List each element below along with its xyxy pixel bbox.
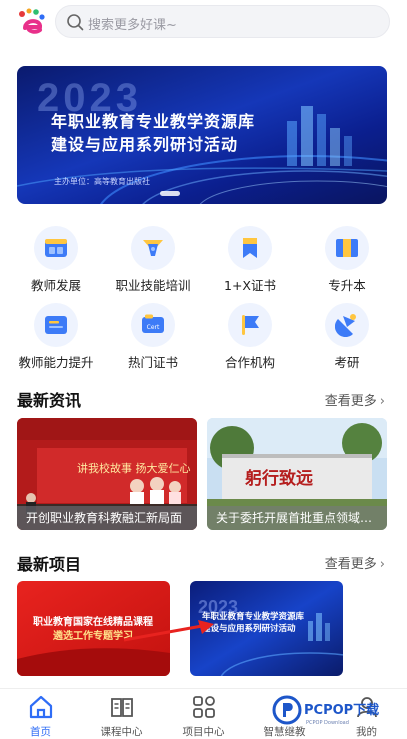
- search-bar[interactable]: 搜索更多好课~: [55, 5, 390, 38]
- icon-circle: [325, 303, 369, 347]
- annotation-arrow-icon: [123, 620, 214, 642]
- news-caption: 开创职业教育科教融汇新局面: [17, 506, 197, 530]
- tab-label: 首页: [30, 726, 51, 738]
- news-image-text: 躬行致远: [245, 468, 313, 489]
- grid-item-postgraduate[interactable]: 考研: [297, 303, 397, 373]
- grid-item-hot-certificate[interactable]: Cert 热门证书: [103, 303, 203, 373]
- home-icon: [29, 695, 53, 719]
- tab-project-center[interactable]: 项目中心: [163, 689, 244, 739]
- banner-title-line1: 年职业教育专业教学资源库: [51, 112, 256, 131]
- news-card[interactable]: 讲我校故事 扬大爱仁心 开创职业教育科教融汇新局面: [17, 418, 197, 530]
- carousel-indicator[interactable]: [160, 191, 180, 196]
- grid-item-teacher-development[interactable]: 教师发展: [6, 226, 106, 296]
- tab-label: 项目中心: [182, 726, 225, 738]
- grid-label: 1+X证书: [224, 278, 276, 293]
- grid-label: 教师能力提升: [18, 355, 94, 370]
- tab-home[interactable]: 首页: [0, 689, 81, 739]
- icon-circle: [131, 226, 175, 270]
- icon-circle: [34, 226, 78, 270]
- grid-label: 教师发展: [30, 278, 81, 293]
- flag-icon: [242, 315, 259, 335]
- grid-label: 职业技能培训: [115, 278, 191, 293]
- grid-item-skills-training[interactable]: 职业技能培训: [103, 226, 203, 296]
- projects-section-title: 最新项目: [17, 555, 82, 574]
- projects-more-label: 查看更多: [324, 557, 377, 572]
- skills-training-icon: [143, 240, 163, 256]
- app-logo: [19, 8, 45, 34]
- watermark-logo: PCPOP下载 PCPOP Download: [272, 695, 379, 726]
- cert-card-icon: Cert: [142, 314, 164, 333]
- grid-item-partners[interactable]: 合作机构: [200, 303, 300, 373]
- grid-label: 专升本: [328, 278, 366, 293]
- news-image-text: 讲我校故事 扬大爱仁心: [77, 461, 191, 475]
- grid-item-ability[interactable]: 教师能力提升: [6, 303, 106, 373]
- news-more-link[interactable]: 查看更多 ›: [325, 390, 385, 409]
- graduation-icon: [335, 314, 356, 337]
- icon-circle: [228, 226, 272, 270]
- grid-label: 合作机构: [224, 355, 275, 370]
- icon-circle: [34, 303, 78, 347]
- projects-more-link[interactable]: 查看更多 ›: [325, 553, 385, 572]
- news-caption: 关于委托开展首批重点领域…: [207, 506, 387, 530]
- news-more-label: 查看更多: [324, 394, 377, 409]
- apps-grid-icon: [193, 696, 215, 718]
- search-icon: [67, 14, 84, 31]
- upgrade-book-icon: [336, 239, 358, 257]
- icon-circle: [325, 226, 369, 270]
- header: 搜索更多好课~: [0, 0, 407, 46]
- teacher-development-icon: [45, 239, 67, 257]
- search-placeholder: 搜索更多好课~: [88, 18, 177, 33]
- promo-banner[interactable]: 2023 年职业教育专业教学资源库 建设与应用系列研讨活动 主办单位：高等教育出…: [17, 66, 387, 204]
- banner-sponsor: 主办单位：高等教育出版社: [54, 177, 150, 186]
- chevron-right-icon: ›: [379, 394, 385, 409]
- grid-item-upgrade[interactable]: 专升本: [297, 226, 397, 296]
- grid-item-1x-certificate[interactable]: 1+X证书: [200, 226, 300, 296]
- open-book-icon: [111, 698, 133, 717]
- grid-label: 热门证书: [127, 355, 178, 370]
- icon-circle: [228, 303, 272, 347]
- banner-title-line2: 建设与应用系列研讨活动: [51, 135, 239, 154]
- watermark-brand: PCPOP下载: [304, 702, 379, 718]
- icon-circle: Cert: [131, 303, 175, 347]
- certificate-bookmark-icon: [243, 238, 257, 258]
- tab-label: 课程中心: [100, 726, 143, 738]
- chevron-right-icon: ›: [379, 557, 385, 572]
- news-card[interactable]: 躬行致远 关于委托开展首批重点领域…: [207, 418, 387, 530]
- svg-text:Cert: Cert: [147, 324, 160, 331]
- tab-course-center[interactable]: 课程中心: [81, 689, 162, 739]
- grid-label: 考研: [334, 355, 360, 370]
- news-section-title: 最新资讯: [17, 391, 82, 410]
- ability-card-icon: [45, 316, 67, 334]
- watermark-sub: PCPOP Download: [306, 720, 349, 726]
